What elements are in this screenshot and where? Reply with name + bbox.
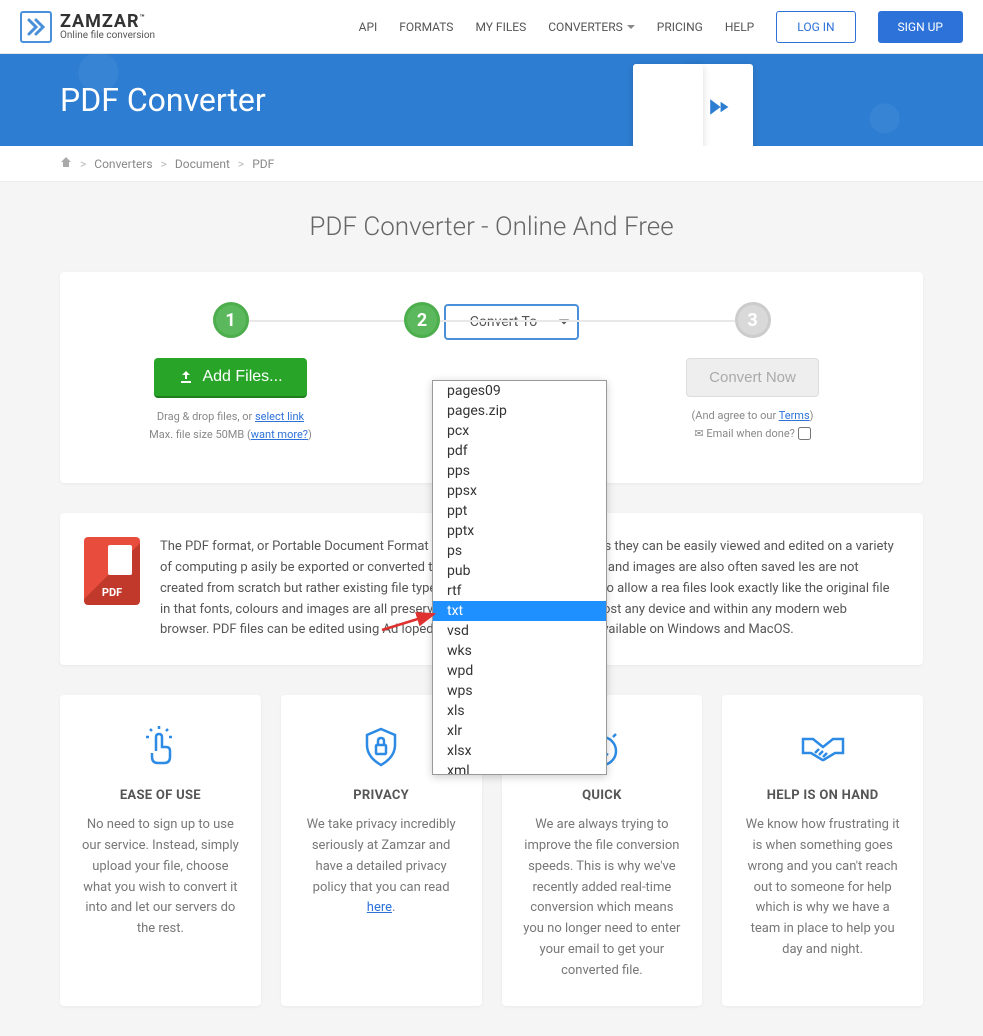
breadcrumb-document[interactable]: Document xyxy=(175,157,230,171)
format-dropdown: pages09pages.zippcxpdfppsppsxpptpptxpspu… xyxy=(432,380,607,775)
nav-api[interactable]: API xyxy=(359,20,378,34)
logo-tagline: Online file conversion xyxy=(60,31,155,41)
format-option-xlsx[interactable]: xlsx xyxy=(433,741,606,761)
breadcrumb-converters[interactable]: Converters xyxy=(94,157,152,171)
signup-button[interactable]: SIGN UP xyxy=(878,11,963,43)
logo-text: ZAMZAR xyxy=(60,11,140,32)
format-option-pub[interactable]: pub xyxy=(433,561,606,581)
convert-now-button[interactable]: Convert Now xyxy=(686,358,819,397)
document-icon xyxy=(633,64,703,146)
login-button[interactable]: LOG IN xyxy=(776,11,855,43)
nav-help[interactable]: HELP xyxy=(725,20,754,34)
top-navigation: ZAMZAR™ Online file conversion API FORMA… xyxy=(0,0,983,54)
add-files-button[interactable]: Add Files... xyxy=(154,358,306,398)
page-subtitle: PDF Converter - Online And Free xyxy=(60,212,923,242)
format-option-xls[interactable]: xls xyxy=(433,701,606,721)
hero-banner: PDF Converter xyxy=(0,54,983,146)
nav-converters[interactable]: CONVERTERS xyxy=(548,20,635,34)
nav-formats[interactable]: FORMATS xyxy=(399,20,453,34)
email-when-done-checkbox[interactable] xyxy=(798,427,811,440)
format-option-pages-zip[interactable]: pages.zip xyxy=(433,401,606,421)
format-option-pages09[interactable]: pages09 xyxy=(433,381,606,401)
step-badge-2: 2 xyxy=(404,302,440,338)
handshake-icon xyxy=(740,719,905,774)
format-option-pcx[interactable]: pcx xyxy=(433,421,606,441)
nav-pricing[interactable]: PRICING xyxy=(657,20,703,34)
tap-icon xyxy=(78,719,243,774)
format-option-txt[interactable]: txt xyxy=(433,601,606,621)
format-option-pdf[interactable]: pdf xyxy=(433,441,606,461)
pdf-badge-icon: PDF xyxy=(84,537,140,605)
format-option-xml[interactable]: xml xyxy=(433,761,606,775)
format-option-ppsx[interactable]: ppsx xyxy=(433,481,606,501)
upload-icon xyxy=(178,369,194,385)
logo-icon xyxy=(20,11,52,43)
format-option-vsd[interactable]: vsd xyxy=(433,621,606,641)
privacy-here-link[interactable]: here xyxy=(367,900,392,915)
feature-ease: EASE OF USE No need to sign up to use ou… xyxy=(60,695,261,1005)
feature-help: HELP IS ON HAND We know how frustrating … xyxy=(722,695,923,1005)
breadcrumb: > Converters > Document > PDF xyxy=(0,146,983,182)
step-badge-3: 3 xyxy=(735,302,771,338)
breadcrumb-current: PDF xyxy=(252,157,274,171)
nav-myfiles[interactable]: MY FILES xyxy=(475,20,526,34)
format-option-pptx[interactable]: pptx xyxy=(433,521,606,541)
select-link[interactable]: select link xyxy=(255,410,304,423)
home-icon[interactable] xyxy=(60,156,72,171)
terms-link[interactable]: Terms xyxy=(779,409,810,422)
email-icon: ✉ xyxy=(694,427,703,440)
format-option-ppt[interactable]: ppt xyxy=(433,501,606,521)
logo[interactable]: ZAMZAR™ Online file conversion xyxy=(20,11,155,43)
step-badge-1: 1 xyxy=(213,302,249,338)
format-option-pps[interactable]: pps xyxy=(433,461,606,481)
format-option-rtf[interactable]: rtf xyxy=(433,581,606,601)
format-option-ps[interactable]: ps xyxy=(433,541,606,561)
want-more-link[interactable]: want more? xyxy=(251,428,308,441)
format-option-xlr[interactable]: xlr xyxy=(433,721,606,741)
format-option-wks[interactable]: wks xyxy=(433,641,606,661)
page-title: PDF Converter xyxy=(60,81,266,119)
format-option-wps[interactable]: wps xyxy=(433,681,606,701)
chevron-down-icon xyxy=(627,25,635,29)
format-option-wpd[interactable]: wpd xyxy=(433,661,606,681)
